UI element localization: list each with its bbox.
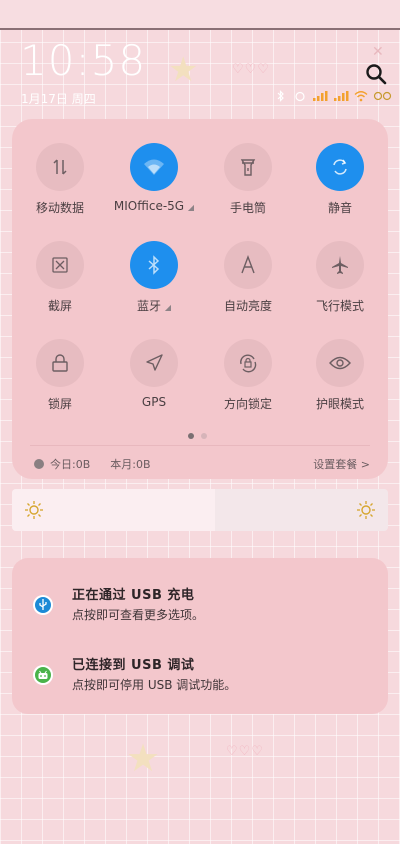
hearts-decoration-2: ♡♡♡: [226, 744, 264, 759]
page-dot[interactable]: [201, 433, 207, 439]
brightness-slider[interactable]: [12, 489, 388, 531]
usage-month: 本月:0B: [110, 458, 151, 471]
auto-brightness-icon: [224, 241, 272, 289]
status-icons: [274, 89, 393, 103]
data-plan-settings-link[interactable]: 设置套餐 >: [313, 456, 370, 472]
usage-today: 今日:0B: [50, 458, 91, 471]
search-icon[interactable]: [364, 62, 388, 86]
eye-icon: [316, 339, 364, 387]
tile-label: 蓝牙 ◢: [137, 299, 171, 313]
dropdown-triangle-icon: ◢: [187, 203, 195, 212]
page-indicator: [188, 433, 207, 439]
tile-label: MIOffice-5G ◢: [113, 199, 195, 213]
tile-airplane[interactable]: 飞行模式: [294, 241, 386, 314]
notification-panel: 正在通过 USB 充电 点按即可查看更多选项。 已连接到 USB 调试 点按即可…: [12, 558, 388, 714]
tile-label: 手电筒: [229, 201, 266, 215]
star-decoration-1: ★: [168, 50, 199, 90]
tile-mute[interactable]: 静音: [294, 143, 386, 216]
data-usage-icon: [34, 459, 44, 469]
wifi-status-icon: [354, 91, 368, 102]
divider: [30, 445, 370, 446]
android-debug-icon: [33, 665, 53, 685]
brightness-low-icon: [25, 501, 43, 519]
tile-bluetooth[interactable]: 蓝牙 ◢: [108, 241, 200, 314]
tile-screenshot[interactable]: 截屏: [14, 241, 106, 314]
notification-title: 正在通过 USB 充电: [72, 588, 195, 603]
page-dot-active[interactable]: [188, 433, 194, 439]
tile-label: GPS: [141, 395, 167, 409]
notification-usb-debugging[interactable]: 已连接到 USB 调试 点按即可停用 USB 调试功能。: [12, 650, 388, 706]
mobile-data-icon: [36, 143, 84, 191]
tile-auto-brightness[interactable]: 自动亮度: [202, 241, 294, 314]
tile-label: 锁屏: [47, 397, 72, 411]
tile-label: 飞行模式: [315, 299, 364, 313]
tile-mobile-data[interactable]: 移动数据: [14, 143, 106, 216]
tile-label: 方向锁定: [223, 397, 272, 411]
dropdown-triangle-icon: ◢: [164, 303, 171, 312]
notification-title: 已连接到 USB 调试: [72, 658, 195, 673]
tile-eye-care[interactable]: 护眼模式: [294, 339, 386, 412]
tile-label: 截屏: [47, 299, 72, 313]
signal-icon-1: [313, 91, 328, 101]
lock-icon: [36, 339, 84, 387]
tile-label: 移动数据: [35, 201, 84, 215]
wifi-icon: [130, 143, 178, 191]
notification-subtitle: 点按即可查看更多选项。: [72, 608, 205, 622]
mute-icon: [316, 143, 364, 191]
rotation-lock-icon: [224, 339, 272, 387]
date-label: 1月17日 周四: [21, 92, 96, 106]
tile-rotation-lock[interactable]: 方向锁定: [202, 339, 294, 412]
data-usage: 今日:0B 本月:0B: [34, 456, 151, 472]
usb-icon: [33, 595, 53, 615]
tile-label: 护眼模式: [315, 397, 364, 411]
tile-label: 自动亮度: [223, 299, 272, 313]
flashlight-icon: [224, 143, 272, 191]
brightness-high-icon: [357, 501, 375, 519]
tile-wifi[interactable]: MIOffice-5G ◢: [108, 143, 200, 213]
notification-subtitle: 点按即可停用 USB 调试功能。: [72, 678, 237, 692]
screenshot-icon: [36, 241, 84, 289]
top-strip: [0, 0, 400, 30]
hearts-decoration-1: ♡♡♡: [232, 62, 270, 77]
bluetooth-status-icon: [277, 90, 284, 102]
tile-gps[interactable]: GPS: [108, 339, 200, 409]
airplane-icon: [316, 241, 364, 289]
clock: 10:58: [20, 36, 147, 85]
star-decoration-2: ★: [126, 736, 161, 780]
tile-label: 静音: [327, 201, 352, 215]
signal-icon-2: [334, 91, 349, 101]
tile-flashlight[interactable]: 手电筒: [202, 143, 294, 216]
sparkle-decoration: ✕: [372, 44, 384, 60]
quick-settings-panel: 移动数据 MIOffice-5G ◢ 手电筒 静音 截屏 蓝牙 ◢ 自动亮度 飞…: [12, 119, 388, 479]
bluetooth-icon: [130, 241, 178, 289]
gps-icon: [130, 339, 178, 387]
tile-lock-screen[interactable]: 锁屏: [14, 339, 106, 412]
battery-icon: [373, 91, 392, 101]
notification-usb-charging[interactable]: 正在通过 USB 充电 点按即可查看更多选项。: [12, 580, 388, 636]
alarm-status-icon: [295, 91, 305, 102]
